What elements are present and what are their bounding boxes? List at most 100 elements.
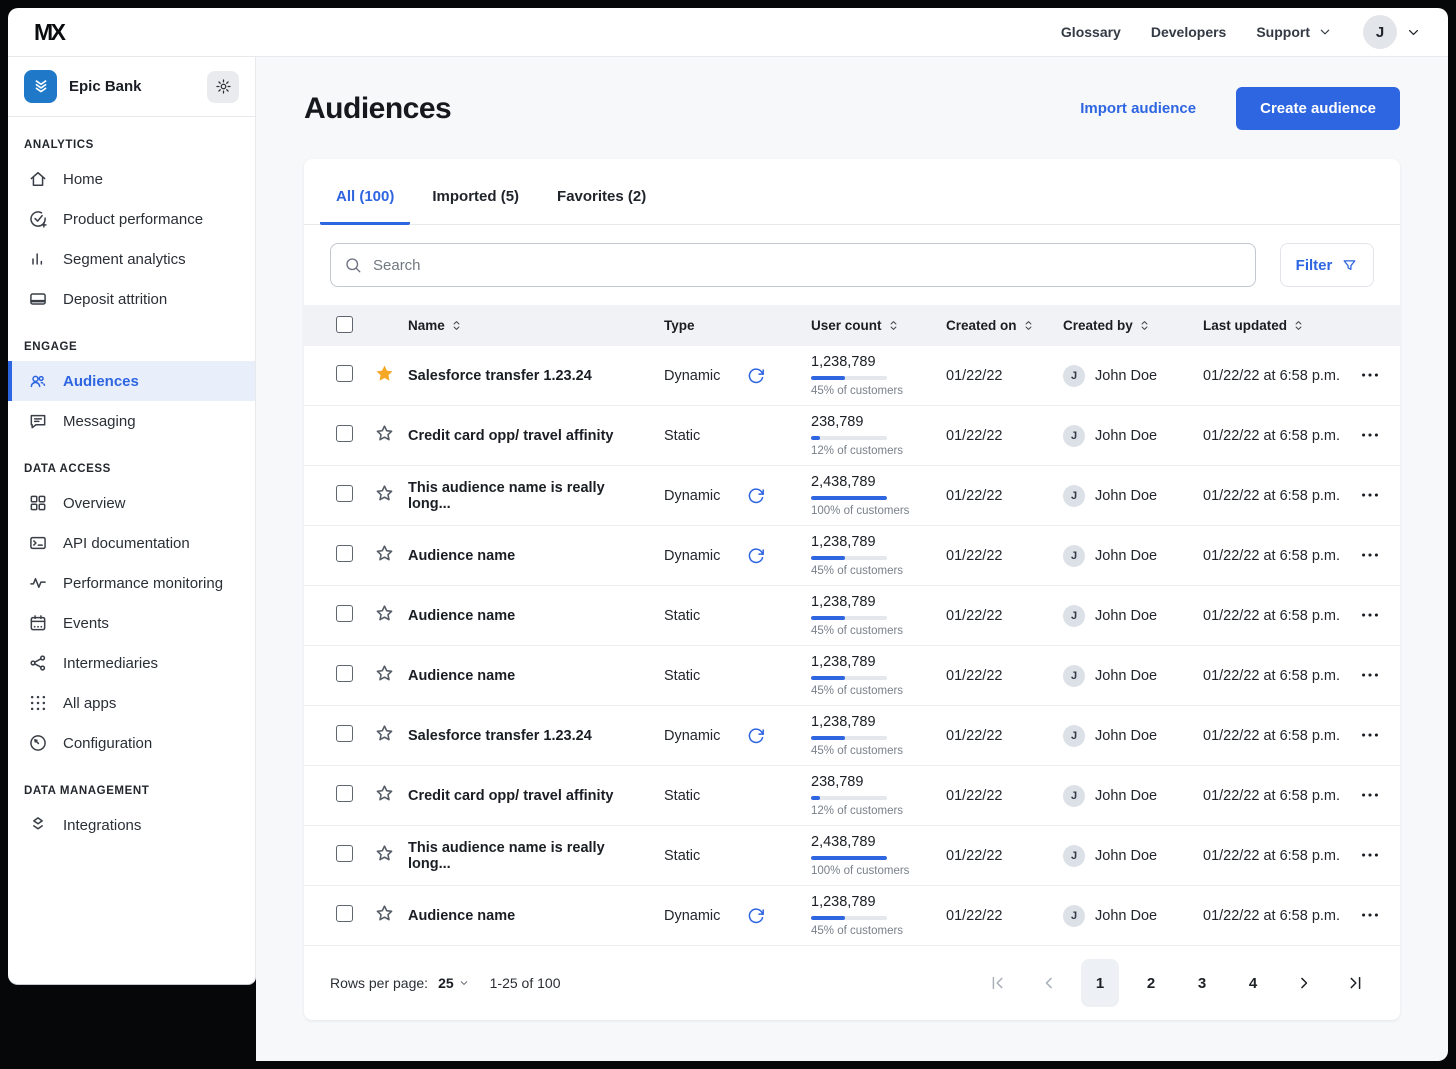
sidebar-item-api-documentation[interactable]: API documentation — [8, 523, 255, 563]
page-1-button[interactable]: 1 — [1081, 959, 1119, 1007]
table-row[interactable]: Salesforce transfer 1.23.24 Dynamic 1,23… — [304, 706, 1400, 766]
refresh-icon[interactable] — [746, 546, 766, 566]
support-menu[interactable]: Support — [1256, 24, 1333, 40]
create-audience-button[interactable]: Create audience — [1236, 87, 1400, 130]
row-actions-button[interactable] — [1355, 600, 1385, 630]
row-actions-button[interactable] — [1355, 420, 1385, 450]
percent-of-customers: 45% of customers — [811, 385, 904, 397]
row-checkbox[interactable] — [336, 904, 353, 922]
org-settings-button[interactable] — [207, 70, 239, 103]
table-row[interactable]: Audience name Dynamic 1,238,789 45% of c… — [304, 886, 1400, 946]
search-input[interactable] — [330, 243, 1256, 287]
table-row[interactable]: Audience name Dynamic 1,238,789 45% of c… — [304, 526, 1400, 586]
first-page-button[interactable] — [979, 959, 1017, 1007]
row-actions-button[interactable] — [1355, 720, 1385, 750]
sidebar-item-intermediaries[interactable]: Intermediaries — [8, 643, 255, 683]
row-checkbox[interactable] — [336, 364, 353, 382]
chevron-down-icon — [458, 977, 470, 989]
table-row[interactable]: This audience name is really long... Sta… — [304, 826, 1400, 886]
favorite-toggle[interactable] — [372, 483, 396, 507]
table-row[interactable]: This audience name is really long... Dyn… — [304, 466, 1400, 526]
select-all-checkbox[interactable] — [336, 315, 353, 333]
row-actions-button[interactable] — [1355, 780, 1385, 810]
favorite-toggle[interactable] — [372, 783, 396, 807]
row-actions-button[interactable] — [1355, 840, 1385, 870]
row-checkbox[interactable] — [336, 484, 353, 502]
sidebar-item-segment-analytics[interactable]: Segment analytics — [8, 239, 255, 279]
table-row[interactable]: Salesforce transfer 1.23.24 Dynamic 1,23… — [304, 346, 1400, 406]
audience-type: Static — [664, 607, 701, 624]
row-actions-button[interactable] — [1355, 360, 1385, 390]
sidebar-item-messaging[interactable]: Messaging — [8, 401, 255, 441]
filter-icon — [1341, 257, 1358, 274]
row-actions-button[interactable] — [1355, 900, 1385, 930]
tab-all[interactable]: All (100) — [320, 179, 411, 225]
column-header-last-updated[interactable]: Last updated — [1203, 318, 1355, 333]
next-page-button[interactable] — [1285, 959, 1323, 1007]
developers-link[interactable]: Developers — [1151, 24, 1226, 40]
refresh-icon[interactable] — [746, 486, 766, 506]
page-4-button[interactable]: 4 — [1234, 959, 1272, 1007]
user-count-progress — [811, 796, 887, 800]
row-checkbox[interactable] — [336, 544, 353, 562]
sidebar-item-audiences[interactable]: Audiences — [8, 361, 255, 401]
created-on: 01/22/22 — [946, 847, 1003, 864]
sidebar-item-integrations[interactable]: Integrations — [8, 805, 255, 845]
row-checkbox[interactable] — [336, 664, 353, 682]
sidebar-item-deposit-attrition[interactable]: Deposit attrition — [8, 279, 255, 319]
created-on: 01/22/22 — [946, 487, 1003, 504]
filter-button[interactable]: Filter — [1280, 243, 1374, 287]
sidebar-item-configuration[interactable]: Configuration — [8, 723, 255, 763]
sidebar-item-all-apps[interactable]: All apps — [8, 683, 255, 723]
table-row[interactable]: Credit card opp/ travel affinity Static … — [304, 406, 1400, 466]
column-header-name[interactable]: Name — [408, 318, 664, 333]
favorite-toggle[interactable] — [372, 543, 396, 567]
favorite-toggle[interactable] — [372, 363, 396, 387]
sidebar-item-product-performance[interactable]: Product performance — [8, 199, 255, 239]
row-checkbox[interactable] — [336, 844, 353, 862]
sidebar-item-events[interactable]: Events — [8, 603, 255, 643]
table-row[interactable]: Audience name Static 1,238,789 45% of cu… — [304, 586, 1400, 646]
sidebar-item-overview[interactable]: Overview — [8, 483, 255, 523]
rows-per-page-select[interactable]: 25 — [438, 975, 470, 991]
sidebar-item-home[interactable]: Home — [8, 159, 255, 199]
row-checkbox[interactable] — [336, 784, 353, 802]
tab-imported[interactable]: Imported (5) — [416, 179, 535, 225]
tab-favorites[interactable]: Favorites (2) — [541, 179, 662, 225]
last-updated: 01/22/22 at 6:58 p.m. — [1203, 607, 1341, 624]
row-checkbox[interactable] — [336, 724, 353, 742]
refresh-icon[interactable] — [746, 726, 766, 746]
last-page-button[interactable] — [1336, 959, 1374, 1007]
table-row[interactable]: Credit card opp/ travel affinity Static … — [304, 766, 1400, 826]
sidebar-item-performance-monitoring[interactable]: Performance monitoring — [8, 563, 255, 603]
page-2-button[interactable]: 2 — [1132, 959, 1170, 1007]
row-actions-button[interactable] — [1355, 540, 1385, 570]
previous-page-button[interactable] — [1030, 959, 1068, 1007]
row-actions-button[interactable] — [1355, 480, 1385, 510]
row-actions-button[interactable] — [1355, 660, 1385, 690]
column-header-user-count[interactable]: User count — [811, 318, 946, 333]
sidebar-item-label: Segment analytics — [63, 250, 186, 268]
page-3-button[interactable]: 3 — [1183, 959, 1221, 1007]
sidebar-item-label: Performance monitoring — [63, 574, 224, 592]
refresh-icon[interactable] — [746, 366, 766, 386]
favorite-toggle[interactable] — [372, 723, 396, 747]
favorite-toggle[interactable] — [372, 903, 396, 927]
user-count-progress — [811, 736, 887, 740]
favorite-toggle[interactable] — [372, 663, 396, 687]
favorite-toggle[interactable] — [372, 423, 396, 447]
favorite-toggle[interactable] — [372, 603, 396, 627]
favorite-toggle[interactable] — [372, 843, 396, 867]
glossary-link[interactable]: Glossary — [1061, 24, 1121, 40]
column-header-created-on[interactable]: Created on — [946, 318, 1063, 333]
row-checkbox[interactable] — [336, 604, 353, 622]
import-audience-button[interactable]: Import audience — [1080, 100, 1196, 117]
table-row[interactable]: Audience name Static 1,238,789 45% of cu… — [304, 646, 1400, 706]
pagination: 1234 — [979, 959, 1374, 1007]
refresh-icon[interactable] — [746, 906, 766, 926]
column-header-created-by[interactable]: Created by — [1063, 318, 1203, 333]
audience-name: Credit card opp/ travel affinity — [408, 427, 614, 444]
row-checkbox[interactable] — [336, 424, 353, 442]
user-menu[interactable]: J — [1363, 15, 1422, 49]
creator-avatar: J — [1063, 904, 1085, 927]
